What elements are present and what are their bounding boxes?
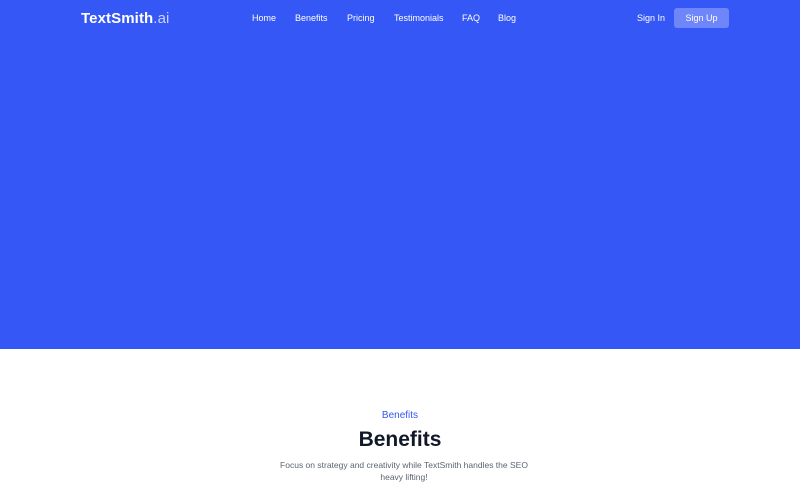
nav-home[interactable]: Home (252, 11, 276, 25)
section-description: Focus on strategy and creativity while T… (280, 460, 528, 482)
hero-section: TextSmith.ai Home Benefits Pricing Testi… (0, 0, 800, 349)
benefits-section: Benefits Benefits Focus on strategy and … (0, 349, 800, 496)
nav-pricing[interactable]: Pricing (347, 11, 375, 25)
sign-in-link[interactable]: Sign In (637, 11, 665, 25)
section-heading: Benefits (358, 428, 442, 451)
sign-up-button[interactable]: Sign Up (674, 8, 729, 28)
section-eyebrow: Benefits (381, 410, 419, 421)
nav-benefits[interactable]: Benefits (295, 11, 328, 25)
nav-blog[interactable]: Blog (498, 11, 516, 25)
nav-testimonials[interactable]: Testimonials (394, 11, 444, 25)
nav-faq[interactable]: FAQ (462, 11, 480, 25)
